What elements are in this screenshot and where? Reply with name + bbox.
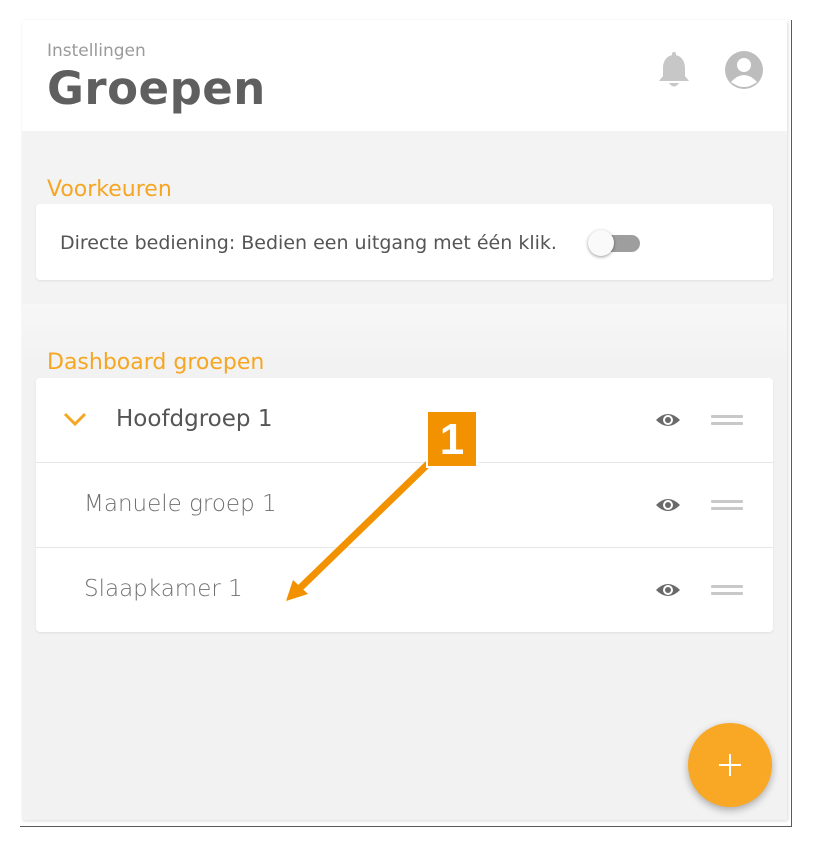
- page-title: Groepen: [47, 62, 266, 115]
- add-group-button[interactable]: [688, 723, 772, 807]
- preferences-section: Voorkeuren Directe bediening: Bedien een…: [22, 131, 787, 304]
- preferences-title: Voorkeuren: [47, 177, 172, 202]
- breadcrumb[interactable]: Instellingen: [47, 41, 146, 61]
- group-label: Manuele groep 1: [84, 491, 277, 517]
- chevron-down-icon[interactable]: [62, 410, 88, 428]
- settings-window: Instellingen Groepen Voorkeuren Directe …: [22, 20, 787, 820]
- bell-icon[interactable]: [656, 52, 692, 90]
- group-label: Hoofdgroep 1: [116, 406, 273, 432]
- dashboard-groups-title: Dashboard groepen: [47, 350, 265, 375]
- window-edge-bottom: [20, 826, 792, 827]
- window-edge-right: [791, 20, 792, 826]
- callout-badge: 1: [426, 410, 478, 468]
- direct-control-label: Directe bediening: Bedien een uitgang me…: [60, 232, 557, 254]
- group-row-slaapkamer-1[interactable]: Slaapkamer 1: [36, 548, 773, 632]
- group-label: Slaapkamer 1: [84, 576, 243, 602]
- groups-list: Hoofdgroep 1 Manuele groep 1 Slaapkamer …: [36, 378, 773, 632]
- preferences-card: Directe bediening: Bedien een uitgang me…: [36, 204, 773, 280]
- dashboard-groups-section: Dashboard groepen Hoofdgroep 1 Manuele g…: [22, 304, 787, 820]
- drag-handle-icon[interactable]: [711, 497, 743, 513]
- drag-handle-icon[interactable]: [711, 582, 743, 598]
- direct-control-toggle[interactable]: [588, 230, 642, 256]
- toggle-knob: [588, 230, 614, 256]
- drag-handle-icon[interactable]: [711, 412, 743, 428]
- group-row-manuele-groep-1[interactable]: Manuele groep 1: [36, 463, 773, 548]
- plus-icon: [719, 754, 741, 776]
- page-header: Instellingen Groepen: [22, 20, 787, 131]
- group-row-hoofdgroep-1[interactable]: Hoofdgroep 1: [36, 378, 773, 463]
- eye-icon[interactable]: [654, 495, 682, 515]
- eye-icon[interactable]: [654, 580, 682, 600]
- eye-icon[interactable]: [654, 410, 682, 430]
- account-circle-icon[interactable]: [724, 50, 764, 90]
